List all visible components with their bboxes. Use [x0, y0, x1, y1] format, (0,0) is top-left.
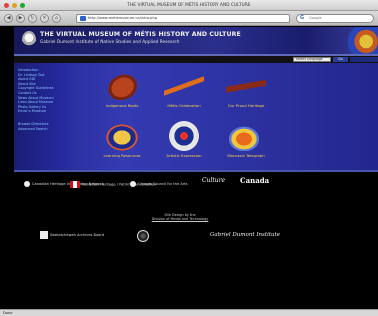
search-engine-icon: G — [300, 15, 305, 21]
sash-logo-icon[interactable] — [22, 31, 36, 48]
gdi-signature-logo: Gabriel Dumont Institute — [210, 232, 281, 238]
partner-culture[interactable]: Culture — [202, 177, 226, 184]
zoom-window-button[interactable] — [20, 3, 25, 8]
main-content: Introduction Dr. Lindsay Tool About GDI … — [14, 63, 378, 170]
window-controls — [4, 3, 25, 8]
partner-logos: Canadian Heritage Information Network Ca… — [0, 173, 378, 309]
back-button[interactable]: ◀ — [4, 14, 13, 23]
search-input[interactable]: G Google — [296, 14, 374, 23]
government-seal-icon — [137, 230, 149, 242]
chin-logo-icon — [24, 181, 30, 187]
browser-window: THE VIRTUAL MUSEUM OF MÉTIS HISTORY AND … — [0, 0, 378, 316]
tile-label: Métis Celebration — [167, 103, 201, 108]
design-credit-link[interactable]: Division of Media and Technology — [152, 217, 209, 221]
window-title: THE VIRTUAL MUSEUM OF MÉTIS HISTORY AND … — [127, 2, 251, 7]
home-button[interactable]: ⌂ — [52, 14, 61, 23]
title-bar: THE VIRTUAL MUSEUM OF MÉTIS HISTORY AND … — [0, 0, 378, 11]
forward-button[interactable]: ▶ — [16, 14, 25, 23]
canada-flag-icon — [70, 181, 80, 188]
tile-artistic-expression[interactable]: Artistic Expression — [156, 119, 212, 163]
partner-canada-council[interactable]: Canada Council for the Arts — [130, 181, 188, 187]
tile-label: Our Proud Heritage — [227, 103, 265, 108]
tile-label: Moccasin Telegraph — [227, 153, 265, 158]
culture-logo: Culture — [202, 177, 226, 184]
partner-seal[interactable] — [137, 230, 151, 242]
reload-button[interactable]: ↻ — [28, 14, 37, 23]
tile-moccasin-telegraph[interactable]: Moccasin Telegraph — [218, 119, 274, 163]
close-window-button[interactable] — [4, 3, 9, 8]
sidebar-nav: Introduction Dr. Lindsay Tool About GDI … — [18, 68, 74, 131]
tile-metis-celebration[interactable]: Métis Celebration — [156, 69, 212, 113]
minimize-window-button[interactable] — [12, 3, 17, 8]
browser-toolbar: ◀ ▶ ↻ ✕ ⌂ http://www.metismuseum.ca/intr… — [0, 11, 378, 26]
language-bar-end — [350, 57, 378, 62]
status-bar: Done — [0, 309, 378, 316]
partner-sask-archives[interactable]: Saskatchewan Archives Board — [40, 231, 104, 239]
favicon-icon — [80, 16, 86, 21]
tile-label: Indigenous Roots — [105, 103, 139, 108]
sask-archives-logo-icon — [40, 231, 48, 239]
url-text: http://www.metismuseum.ca/intro.php — [88, 16, 158, 20]
nav-item-email[interactable]: Email a Museum — [18, 109, 74, 114]
site-title: THE VIRTUAL MUSEUM OF MÉTIS HISTORY AND … — [40, 31, 241, 38]
tile-label: Learning Resources — [103, 153, 141, 158]
fiddle-bow-icon — [164, 71, 204, 101]
language-bar: Select Language Go — [14, 56, 378, 63]
web-page: THE VIRTUAL MUSEUM OF MÉTIS HISTORY AND … — [0, 27, 378, 309]
beadwork-decoration-icon — [334, 27, 378, 54]
partner-council-label: Canada Council for the Arts — [138, 182, 188, 186]
canada-council-logo-icon — [130, 181, 136, 187]
site-subtitle: Gabriel Dumont Institute of Native Studi… — [40, 40, 180, 45]
pipe-icon — [226, 71, 266, 101]
site-banner: THE VIRTUAL MUSEUM OF MÉTIS HISTORY AND … — [14, 27, 378, 54]
tile-proud-heritage[interactable]: Our Proud Heritage — [218, 69, 274, 113]
address-bar[interactable]: http://www.metismuseum.ca/intro.php — [76, 14, 290, 23]
nav-item-advanced-search[interactable]: Advanced Search — [18, 127, 74, 132]
tile-learning-resources[interactable]: Learning Resources — [94, 119, 150, 163]
language-go-button[interactable]: Go — [333, 57, 348, 62]
partner-gdi-signature[interactable]: Gabriel Dumont Institute — [210, 232, 281, 238]
design-credit: Site Design by the Division of Media and… — [150, 213, 210, 222]
tile-indigenous-roots[interactable]: Indigenous Roots — [94, 63, 150, 113]
stop-button[interactable]: ✕ — [40, 14, 49, 23]
partner-canada-wordmark[interactable]: Canada — [240, 176, 270, 185]
search-placeholder: Google — [309, 16, 322, 20]
violin-icon — [97, 63, 147, 109]
medallion-icon — [169, 121, 199, 151]
language-select[interactable]: Select Language — [293, 57, 331, 62]
footer-divider — [14, 170, 378, 172]
beaded-bag-icon — [226, 121, 266, 151]
tile-label: Artistic Expression — [166, 153, 202, 158]
beaver-icon — [102, 121, 142, 151]
canada-wordmark-logo: Canada — [240, 176, 270, 185]
partner-archives-label: Saskatchewan Archives Board — [50, 233, 105, 237]
